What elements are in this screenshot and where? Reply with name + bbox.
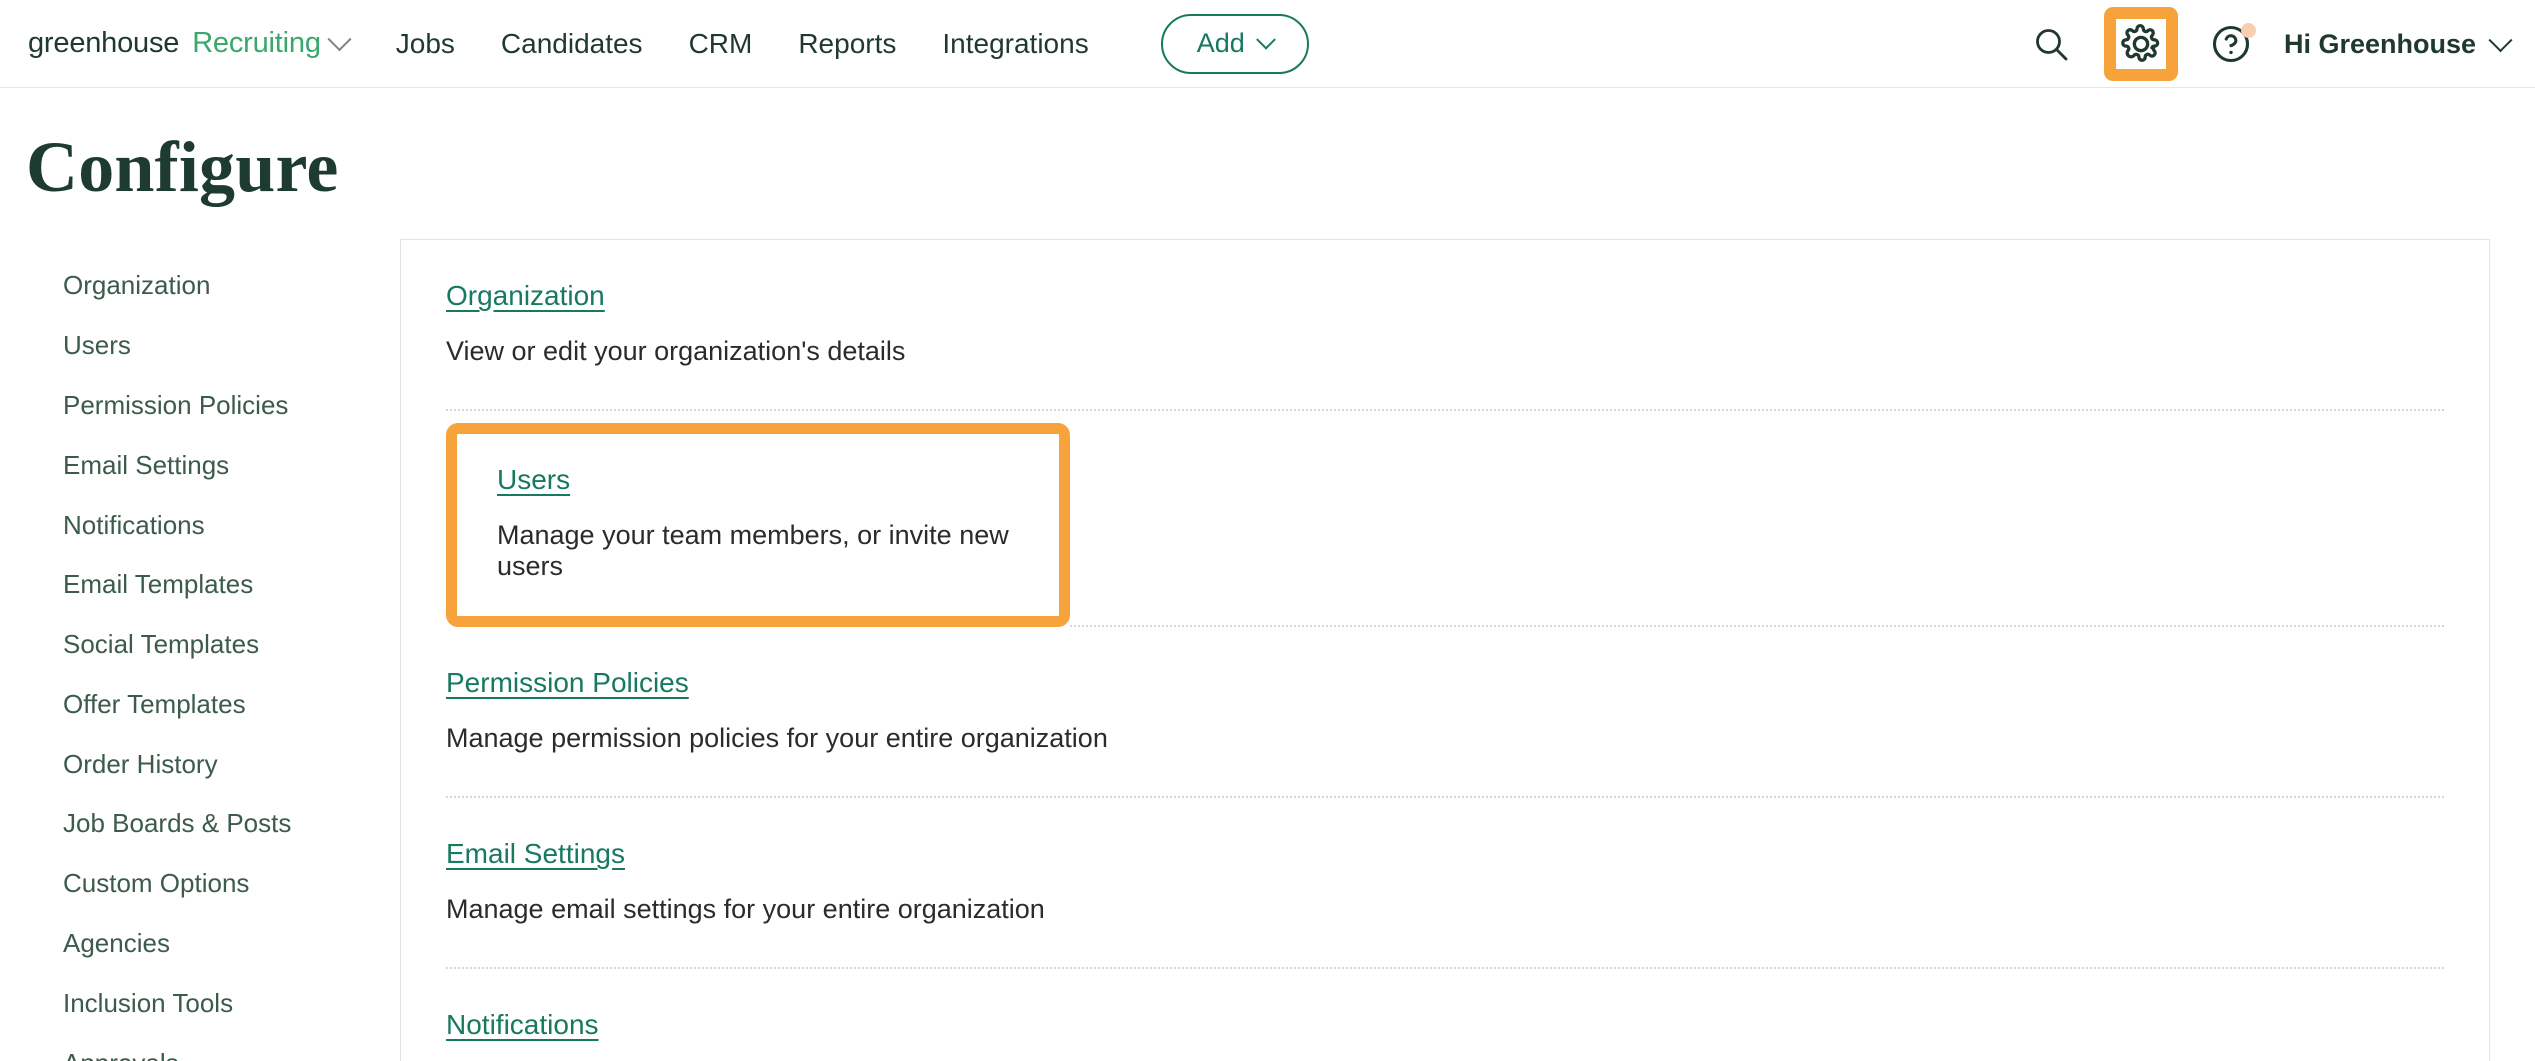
config-section-permission-policies: Permission Policies Manage permission po… [446, 627, 2444, 798]
config-section-users: Users Manage your team members, or invit… [446, 423, 2444, 627]
page-body: Organization Users Permission Policies E… [0, 239, 2535, 1061]
nav-item-crm[interactable]: CRM [689, 28, 753, 60]
sidebar-item-approvals[interactable]: Approvals [63, 1033, 400, 1061]
settings-gear-button[interactable] [2104, 7, 2178, 81]
brand-word-recruiting: Recruiting [192, 27, 321, 60]
sidebar-item-permission-policies[interactable]: Permission Policies [63, 376, 400, 436]
user-greeting-label: Hi Greenhouse [2284, 29, 2476, 60]
primary-nav: Jobs Candidates CRM Reports Integrations [396, 28, 1089, 60]
section-divider [1070, 625, 2444, 627]
config-link-users[interactable]: Users [497, 464, 570, 496]
sidebar-item-inclusion-tools[interactable]: Inclusion Tools [63, 973, 400, 1033]
chevron-down-icon [2488, 28, 2512, 52]
sidebar-item-agencies[interactable]: Agencies [63, 914, 400, 974]
config-link-permission-policies[interactable]: Permission Policies [446, 667, 689, 699]
config-desc-users: Manage your team members, or invite new … [497, 520, 1019, 582]
config-section-email-settings: Email Settings Manage email settings for… [446, 798, 2444, 969]
sidebar-item-social-templates[interactable]: Social Templates [63, 615, 400, 675]
configure-sidebar: Organization Users Permission Policies E… [0, 239, 400, 1061]
sidebar-item-email-settings[interactable]: Email Settings [63, 435, 400, 495]
help-button[interactable] [2208, 21, 2254, 67]
user-menu[interactable]: Hi Greenhouse [2284, 29, 2509, 60]
config-desc-organization: View or edit your organization's details [446, 336, 2444, 367]
sidebar-item-email-templates[interactable]: Email Templates [63, 555, 400, 615]
add-button[interactable]: Add [1161, 14, 1309, 74]
search-button[interactable] [2028, 21, 2074, 67]
top-navigation-bar: greenhouse Recruiting Jobs Candidates CR… [0, 0, 2535, 88]
chevron-down-icon [1256, 29, 1276, 49]
search-icon [2031, 24, 2071, 64]
config-link-email-settings[interactable]: Email Settings [446, 838, 625, 870]
nav-item-candidates[interactable]: Candidates [501, 28, 643, 60]
brand-logo-greenhouse-recruiting[interactable]: greenhouse Recruiting [28, 27, 348, 60]
nav-item-jobs[interactable]: Jobs [396, 28, 455, 60]
config-link-organization[interactable]: Organization [446, 280, 605, 312]
chevron-down-icon[interactable] [327, 27, 351, 51]
sidebar-item-custom-options[interactable]: Custom Options [63, 854, 400, 914]
config-desc-email-settings: Manage email settings for your entire or… [446, 894, 2444, 925]
top-bar-actions: Hi Greenhouse [2028, 0, 2509, 88]
nav-item-integrations[interactable]: Integrations [942, 28, 1088, 60]
config-section-organization: Organization View or edit your organizat… [446, 240, 2444, 411]
brand-word-greenhouse: greenhouse [28, 27, 179, 60]
configure-content-card: Organization View or edit your organizat… [400, 239, 2490, 1061]
config-section-notifications: Notifications Configure your notificatio… [446, 969, 2444, 1061]
gear-icon-container [2116, 19, 2166, 69]
add-button-label: Add [1197, 28, 1245, 59]
sidebar-item-organization[interactable]: Organization [63, 256, 400, 316]
sidebar-item-offer-templates[interactable]: Offer Templates [63, 674, 400, 734]
page-title: Configure [26, 126, 2535, 209]
config-link-notifications[interactable]: Notifications [446, 1009, 599, 1041]
sidebar-item-users[interactable]: Users [63, 316, 400, 376]
sidebar-item-order-history[interactable]: Order History [63, 734, 400, 794]
users-highlight-box[interactable]: Users Manage your team members, or invit… [446, 423, 1070, 627]
config-desc-permission-policies: Manage permission policies for your enti… [446, 723, 2444, 754]
gear-icon [2120, 23, 2162, 65]
nav-item-reports[interactable]: Reports [798, 28, 896, 60]
sidebar-item-job-boards-posts[interactable]: Job Boards & Posts [63, 794, 400, 854]
help-notification-badge [2241, 23, 2256, 38]
sidebar-item-notifications[interactable]: Notifications [63, 495, 400, 555]
